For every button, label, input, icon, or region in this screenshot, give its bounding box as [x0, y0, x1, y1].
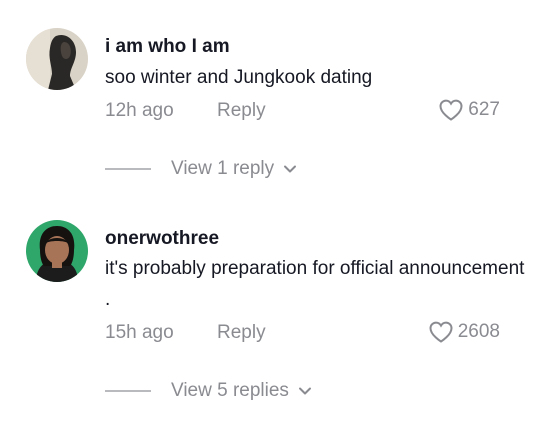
like-button[interactable]: 2608 — [428, 320, 500, 344]
replies-divider-line — [105, 168, 151, 170]
like-count: 2608 — [457, 321, 500, 342]
comment-timestamp: 12h ago — [105, 100, 174, 121]
comment-username[interactable]: i am who I am — [105, 36, 230, 58]
view-replies-button[interactable]: View 1 reply — [105, 158, 297, 180]
view-replies-label: View 1 reply — [171, 158, 275, 179]
view-replies-label: View 5 replies — [171, 380, 289, 401]
replies-divider-line — [105, 390, 151, 392]
reply-button[interactable]: Reply — [217, 322, 266, 344]
heart-icon — [439, 99, 463, 121]
like-button[interactable]: 627 — [438, 98, 500, 122]
view-replies-button[interactable]: View 5 replies — [105, 380, 312, 402]
chevron-down-icon — [284, 165, 297, 173]
like-count: 627 — [468, 99, 500, 120]
chevron-down-icon — [298, 387, 311, 395]
reply-button[interactable]: Reply — [217, 100, 266, 122]
heart-icon — [429, 321, 453, 343]
comment-timestamp: 15h ago — [105, 322, 174, 343]
comment-text: it's probably preparation for official a… — [105, 258, 525, 310]
avatar-image — [26, 28, 88, 90]
user-avatar[interactable] — [26, 28, 88, 90]
comment-text: soo winter and Jungkook dating — [105, 67, 373, 88]
avatar-image — [26, 220, 88, 282]
user-avatar[interactable] — [26, 220, 88, 282]
comment-username[interactable]: onerwothree — [105, 228, 219, 250]
